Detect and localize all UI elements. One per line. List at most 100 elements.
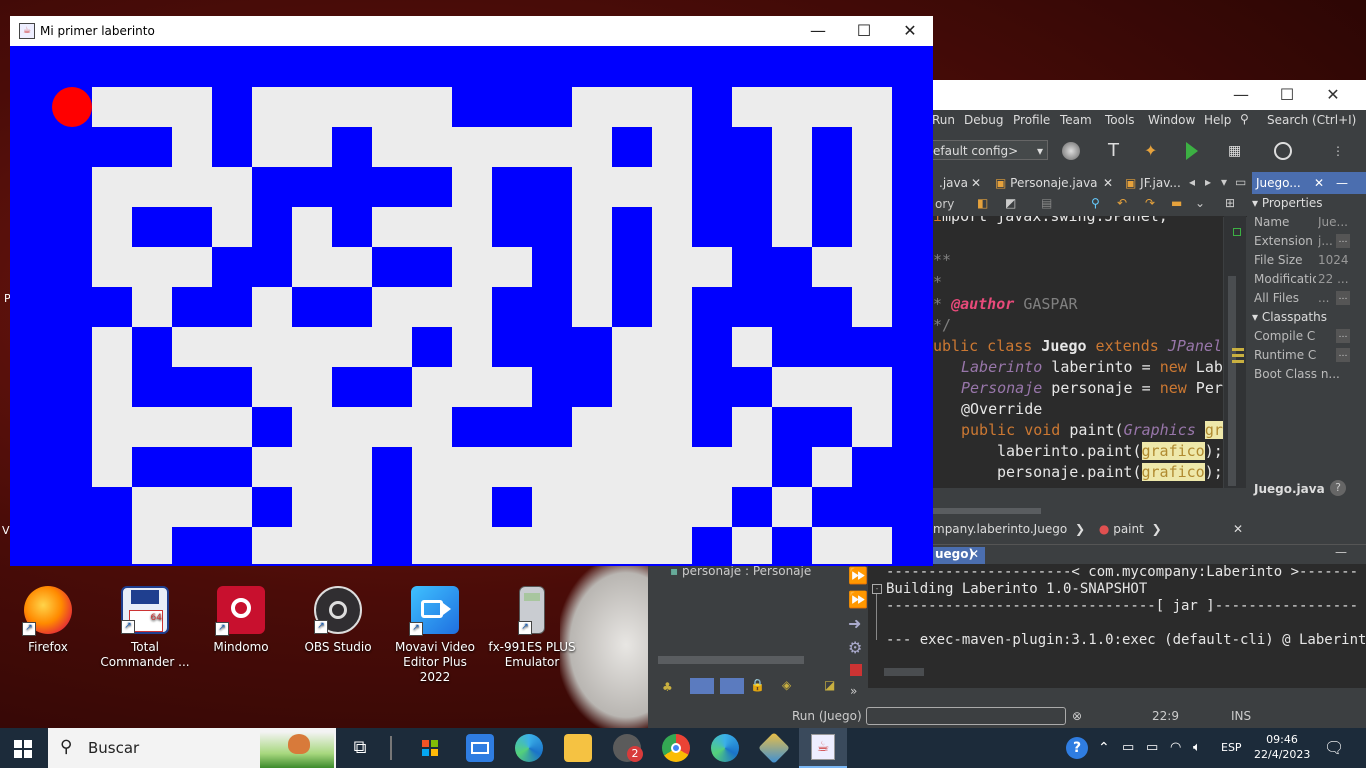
desktop-icon-movavi[interactable]: ↗ Movavi Video Editor Plus 2022: [389, 586, 481, 685]
close-icon[interactable]: ✕: [1233, 518, 1243, 540]
filter-icon[interactable]: ♣: [662, 680, 673, 694]
rerun-icon[interactable]: ⏩: [848, 566, 868, 585]
tab-list-icon[interactable]: ▾: [1221, 175, 1227, 189]
classpath-row[interactable]: Runtime C…: [1252, 346, 1366, 365]
task-view-icon[interactable]: ⧉: [346, 734, 374, 762]
filter-button[interactable]: [690, 678, 714, 694]
navigator-scrollbar[interactable]: [658, 656, 804, 664]
more-icon[interactable]: ⋮: [1332, 142, 1350, 160]
ide-search-field[interactable]: Search (Ctrl+I): [1267, 113, 1366, 131]
property-row[interactable]: Extension j...…: [1252, 232, 1366, 251]
output-console[interactable]: ----------------------< com.mycompany:La…: [868, 564, 1366, 688]
menu-debug[interactable]: Debug: [964, 113, 1003, 127]
classpath-row[interactable]: Compile C…: [1252, 327, 1366, 346]
help-icon[interactable]: ?: [1066, 737, 1088, 759]
tab-jf-java[interactable]: ▣ JF.jav...: [1119, 172, 1199, 194]
find-icon[interactable]: ⚲: [1091, 196, 1100, 210]
close-icon[interactable]: ✕: [1314, 172, 1324, 194]
classpaths-section[interactable]: ▾ Classpaths: [1252, 308, 1366, 327]
tab-personaje-java[interactable]: ▣ Personaje.java ✕: [989, 172, 1115, 194]
chat-app-icon[interactable]: 2: [613, 734, 643, 762]
mail-icon[interactable]: [466, 734, 494, 762]
more-icon[interactable]: »: [850, 684, 857, 698]
fold-icon[interactable]: -: [872, 584, 882, 594]
error-stripe[interactable]: [1224, 216, 1246, 488]
more-icon[interactable]: ⌄: [1195, 196, 1205, 210]
split-icon[interactable]: ⊞: [1225, 196, 1235, 210]
close-button[interactable]: ✕: [887, 16, 933, 46]
maximize-editor-icon[interactable]: ▭: [1235, 175, 1246, 189]
property-row[interactable]: All Files...…: [1252, 289, 1366, 308]
debug-icon[interactable]: ▦: [1228, 142, 1246, 160]
desktop-icon-calculator-emulator[interactable]: ↗ fx-991ES PLUS Emulator: [486, 586, 578, 670]
breadcrumb-class[interactable]: mpany.laberinto.Juego: [933, 522, 1067, 536]
progress-bar[interactable]: [866, 707, 1066, 725]
cancel-progress-icon[interactable]: ⊗: [1072, 704, 1082, 728]
find-next-icon[interactable]: ↷: [1145, 196, 1155, 210]
toggle-highlight-icon[interactable]: ▬: [1171, 196, 1182, 210]
menu-tools[interactable]: Tools: [1105, 113, 1135, 127]
desktop-icon-mindomo[interactable]: ↗ Mindomo: [195, 586, 287, 655]
menu-window[interactable]: Window: [1148, 113, 1195, 127]
file-explorer-icon[interactable]: [564, 734, 592, 762]
battery-icon[interactable]: ▭: [1146, 728, 1158, 768]
stop-icon[interactable]: [850, 664, 862, 676]
toggle-icon[interactable]: ▤: [1041, 196, 1052, 210]
help-icon[interactable]: ?: [1330, 480, 1346, 496]
scrollbar-thumb[interactable]: [1228, 276, 1236, 486]
minimize-panel-icon[interactable]: —: [1335, 545, 1347, 559]
taskbar-search[interactable]: ⚲ Buscar: [48, 728, 336, 768]
more-icon[interactable]: ◪: [824, 678, 835, 692]
input-language[interactable]: ESP: [1221, 728, 1242, 768]
history-tab[interactable]: ory: [935, 197, 954, 211]
edge-browser-icon[interactable]: [515, 734, 543, 762]
globe-icon[interactable]: [1062, 142, 1080, 160]
close-icon[interactable]: ✕: [971, 172, 981, 194]
run-icon[interactable]: [1186, 142, 1198, 160]
property-row[interactable]: File Size 1024: [1252, 251, 1366, 270]
filter-button[interactable]: [720, 678, 744, 694]
maximize-button[interactable]: ☐: [1264, 80, 1310, 110]
breadcrumb-method[interactable]: paint: [1113, 522, 1144, 536]
lock-icon[interactable]: 🔒: [750, 678, 765, 692]
notifications-icon[interactable]: 🗨︎: [1324, 728, 1344, 768]
menu-profile[interactable]: Profile: [1013, 113, 1050, 127]
configuration-combo[interactable]: efault config> ▾: [928, 140, 1048, 160]
tab-scroll-left-icon[interactable]: ◂: [1189, 175, 1195, 189]
back-icon[interactable]: ◧: [977, 196, 988, 210]
minimize-button[interactable]: —: [1218, 80, 1264, 110]
close-icon[interactable]: ✕: [969, 547, 979, 561]
chrome-browser-icon[interactable]: [662, 734, 690, 762]
close-icon[interactable]: ✕: [1103, 172, 1113, 194]
java-app-taskbar-button[interactable]: ☕: [799, 728, 847, 768]
desktop-icon-obs-studio[interactable]: ↗ OBS Studio: [292, 586, 384, 655]
rerun-goals-icon[interactable]: ⏩: [848, 590, 868, 609]
maze-canvas[interactable]: [11, 46, 931, 564]
settings-icon[interactable]: ⚙: [848, 638, 862, 657]
virtualbox-icon[interactable]: [758, 732, 790, 764]
properties-tab[interactable]: Juego... ✕ —: [1252, 172, 1366, 194]
output-scrollbar[interactable]: [884, 668, 924, 676]
property-row[interactable]: Name Jue...: [1252, 213, 1366, 232]
desktop-icon-firefox[interactable]: ↗ Firefox: [2, 586, 94, 655]
clock[interactable]: 09:46 22/4/2023: [1254, 732, 1310, 762]
menu-run[interactable]: Run: [932, 113, 955, 127]
navigate-icon[interactable]: ◩: [1005, 196, 1016, 210]
resume-icon[interactable]: ➜: [848, 614, 861, 633]
close-button[interactable]: ✕: [1310, 80, 1356, 110]
menu-help[interactable]: Help: [1204, 113, 1231, 127]
usb-device-icon[interactable]: ▭: [1122, 728, 1134, 768]
volume-icon[interactable]: 🔈︎: [1193, 728, 1201, 768]
code-editor[interactable]: import javax.swing.JPanel; ** * * @autho…: [933, 216, 1223, 488]
classpath-row[interactable]: Boot Class n...: [1252, 365, 1366, 384]
horizontal-scrollbar[interactable]: [933, 506, 1223, 516]
microsoft-store-icon[interactable]: [416, 734, 444, 762]
properties-section[interactable]: ▾ Properties: [1252, 194, 1366, 213]
minimize-panel-icon[interactable]: —: [1336, 172, 1348, 194]
chevron-up-icon[interactable]: ⌃: [1098, 728, 1110, 768]
find-previous-icon[interactable]: ↶: [1117, 196, 1127, 210]
profile-icon[interactable]: [1274, 142, 1292, 160]
build-hammer-icon[interactable]: T: [1108, 142, 1126, 160]
wifi-icon[interactable]: ◠: [1170, 728, 1181, 768]
navigator-item[interactable]: ▪ personaje : Personaje: [670, 564, 811, 578]
